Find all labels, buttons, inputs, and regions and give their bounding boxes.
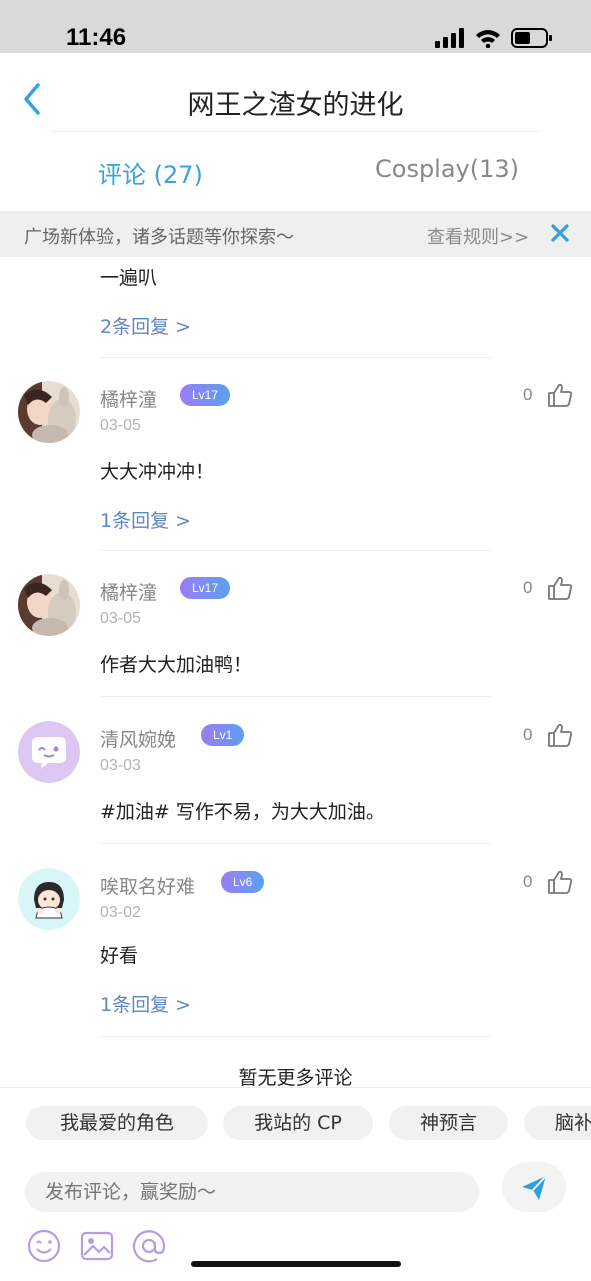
level-badge: Lv17 (180, 577, 231, 599)
comment-date: 03-03 (100, 757, 141, 774)
like-count: 0 (523, 578, 533, 597)
send-button[interactable] (502, 1162, 566, 1212)
view-rules-link[interactable]: 查看规则>> (427, 223, 529, 249)
page-title: 网王之渣女的进化 (187, 90, 404, 121)
comment-text: #加油# 写作不易，为大大加油。 (100, 801, 385, 823)
mention-icon[interactable] (131, 1228, 167, 1264)
image-icon[interactable] (79, 1228, 115, 1264)
comment-text: 一遍叭 (100, 267, 158, 289)
avatar[interactable] (18, 381, 80, 443)
tab-comments[interactable]: 评论 (27) (98, 155, 203, 190)
emoji-icon[interactable] (26, 1228, 62, 1264)
nav-bar: 网王之渣女的进化 (0, 53, 591, 131)
like-count: 0 (523, 385, 533, 404)
quick-tag-list: 我最爱的角色 我站的 CP 神预言 脑补 (0, 1106, 591, 1142)
level-badge: Lv6 (221, 871, 265, 893)
avatar[interactable] (18, 868, 80, 930)
username: 唉取名好难 (100, 876, 196, 898)
comment-text: 作者大大加油鸭！ (100, 654, 253, 676)
notice-bar: 广场新体验，诸多话题等你探索～ 查看规则>> (0, 211, 591, 257)
status-bar: 11:46 (0, 0, 591, 53)
divider (100, 1036, 491, 1037)
divider (100, 357, 491, 358)
comment-date: 03-02 (100, 904, 141, 921)
level-badge: Lv17 (180, 384, 231, 406)
thumbs-up-icon[interactable] (547, 382, 573, 408)
quick-tag[interactable]: 我最爱的角色 (26, 1106, 208, 1140)
quick-tag[interactable]: 脑补 (524, 1106, 591, 1140)
comment-text: 好看 (100, 945, 139, 967)
view-replies-link[interactable]: 1条回复 > (100, 506, 191, 533)
thumbs-up-icon[interactable] (547, 869, 573, 895)
status-time: 11:46 (66, 24, 127, 51)
comment-text: 大大冲冲冲！ (100, 461, 215, 483)
wifi-icon (476, 30, 500, 48)
comment-date: 03-05 (100, 610, 141, 627)
quick-tag[interactable]: 我站的 CP (223, 1106, 373, 1140)
view-replies-link[interactable]: 2条回复 > (100, 312, 191, 339)
thumbs-up-icon[interactable] (547, 722, 573, 748)
divider (100, 843, 491, 844)
username: 清风婉娩 (100, 729, 177, 751)
signal-icon (435, 28, 464, 48)
close-icon[interactable] (548, 221, 572, 245)
comment-date: 03-05 (100, 417, 141, 434)
composer-panel: 我最爱的角色 我站的 CP 神预言 脑补 (0, 1087, 591, 1281)
home-indicator (191, 1261, 401, 1267)
level-badge: Lv1 (201, 724, 245, 746)
tab-cosplay[interactable]: Cosplay(13) (375, 155, 519, 183)
comment-list: 一遍叭 2条回复 > 橘梓潼 Lv17 03-05 0 大大冲冲冲！ 1条回复 … (0, 257, 591, 1087)
divider (100, 696, 491, 697)
comment-input[interactable] (25, 1172, 479, 1212)
nav-divider (50, 131, 541, 132)
like-count: 0 (523, 872, 533, 891)
notice-text: 广场新体验，诸多话题等你探索～ (24, 227, 294, 248)
no-more-comments: 暂无更多评论 (238, 1067, 353, 1087)
view-replies-link[interactable]: 1条回复 > (100, 990, 191, 1017)
tab-bar: 评论 (27) Cosplay(13) (0, 140, 591, 210)
send-icon (522, 1175, 547, 1200)
avatar[interactable] (18, 721, 80, 783)
username: 橘梓潼 (100, 389, 158, 411)
divider (100, 550, 491, 551)
battery-icon (511, 28, 552, 48)
thumbs-up-icon[interactable] (547, 575, 573, 601)
status-icons (435, 27, 553, 49)
avatar[interactable] (18, 574, 80, 636)
username: 橘梓潼 (100, 582, 158, 604)
like-count: 0 (523, 725, 533, 744)
quick-tag[interactable]: 神预言 (389, 1106, 508, 1140)
